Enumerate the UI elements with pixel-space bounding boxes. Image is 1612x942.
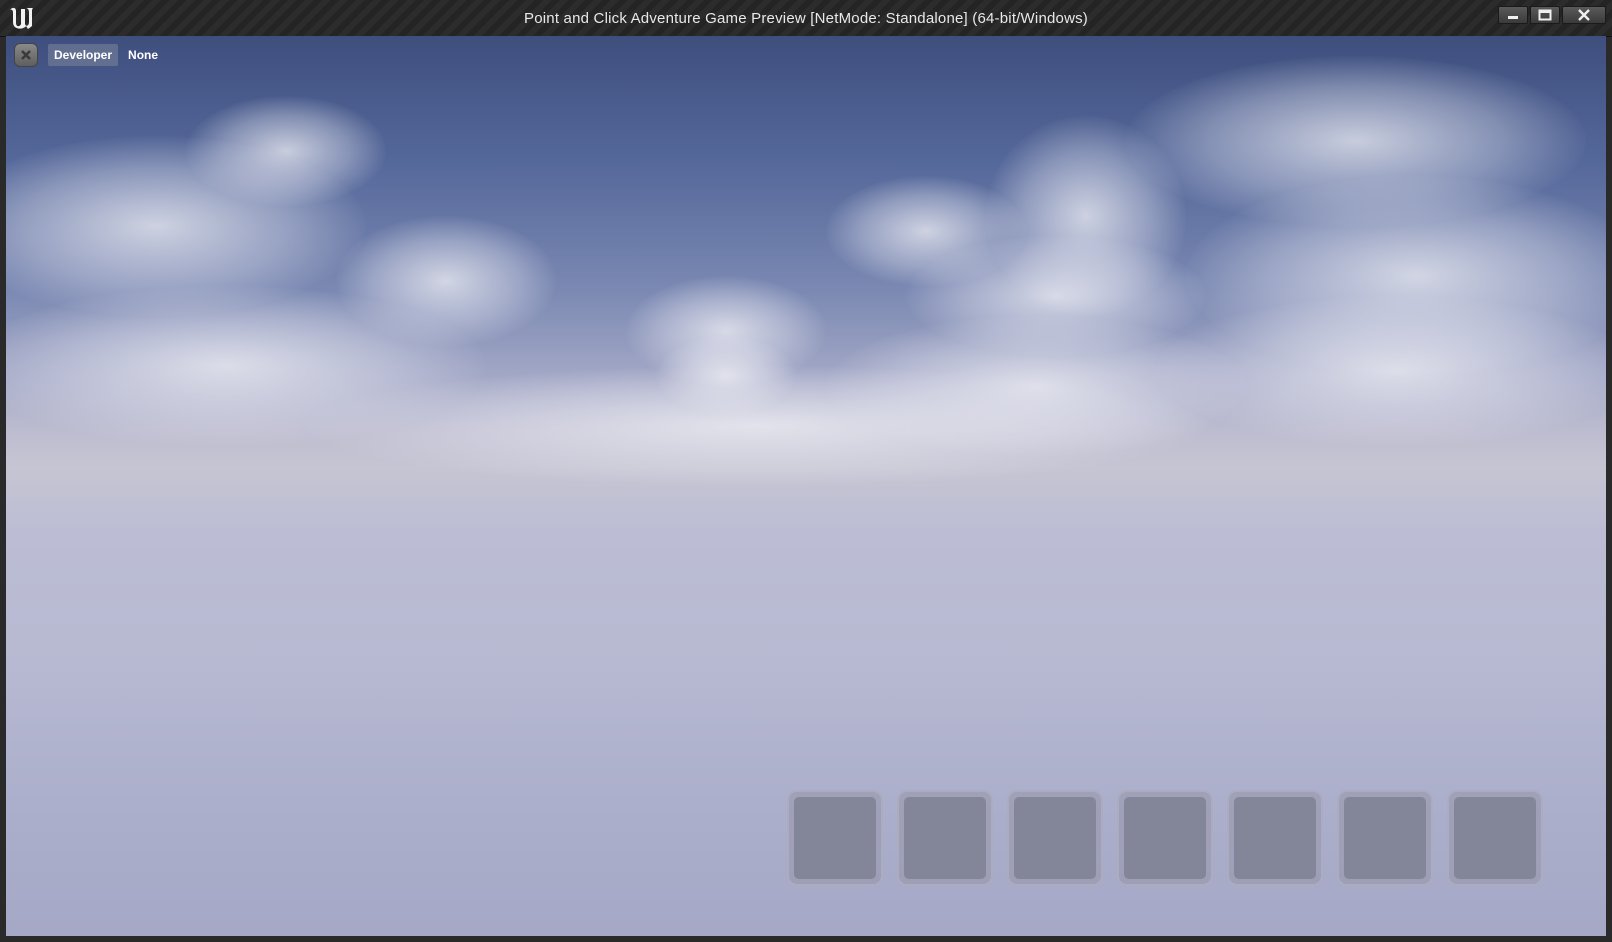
inventory-slot-empty	[1454, 797, 1536, 879]
window-controls	[1498, 6, 1606, 24]
window-title: Point and Click Adventure Game Preview […	[524, 10, 1088, 27]
inventory-slot-empty	[1014, 797, 1096, 879]
inventory-slot[interactable]	[1337, 790, 1433, 886]
inventory-slot-empty	[904, 797, 986, 879]
developer-label[interactable]: Developer	[48, 44, 119, 66]
developer-toolbar: Developer None	[14, 42, 162, 68]
inventory-slot[interactable]	[1447, 790, 1543, 886]
maximize-icon	[1538, 9, 1552, 21]
minimize-button[interactable]	[1498, 6, 1528, 24]
inventory-slot[interactable]	[787, 790, 883, 886]
game-preview-window: Point and Click Adventure Game Preview […	[0, 0, 1612, 942]
sky-cloud	[1156, 296, 1606, 446]
inventory-bar	[787, 790, 1543, 886]
inventory-slot-empty	[1234, 797, 1316, 879]
sky-cloud	[306, 366, 1206, 486]
title-bar[interactable]: Point and Click Adventure Game Preview […	[0, 0, 1612, 37]
inventory-slot-empty	[1124, 797, 1206, 879]
inventory-slot-empty	[794, 797, 876, 879]
minimize-icon	[1508, 16, 1518, 19]
close-button[interactable]	[1562, 6, 1606, 24]
developer-value[interactable]: None	[124, 44, 162, 66]
inventory-slot[interactable]	[1117, 790, 1213, 886]
close-icon	[1578, 9, 1590, 21]
sky-cloud	[186, 96, 386, 206]
game-viewport[interactable]: Developer None	[6, 36, 1606, 936]
maximize-button[interactable]	[1530, 6, 1560, 24]
inventory-slot[interactable]	[897, 790, 993, 886]
inventory-slot[interactable]	[1007, 790, 1103, 886]
inventory-slot[interactable]	[1227, 790, 1323, 886]
close-icon	[21, 50, 31, 60]
inventory-slot-empty	[1344, 797, 1426, 879]
developer-close-button[interactable]	[14, 43, 38, 67]
